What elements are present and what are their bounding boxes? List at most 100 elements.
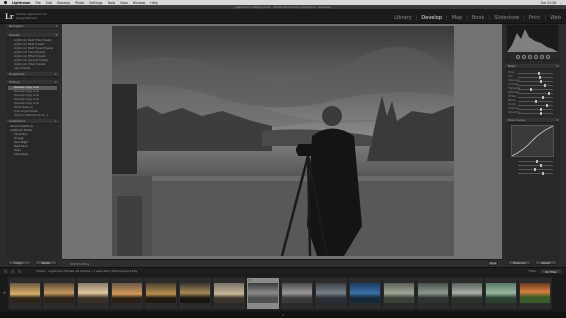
filmstrip-thumb[interactable]	[484, 276, 518, 310]
copy-button[interactable]: Copy...	[8, 260, 31, 265]
brush-icon[interactable]	[545, 54, 550, 59]
right-panel: Basic ▾ Temp Tint Exposure Contrast Highl…	[505, 24, 560, 259]
slider-knob[interactable]	[540, 112, 542, 115]
preset-folder[interactable]: User Presets	[8, 67, 57, 71]
slider-curve[interactable]	[508, 171, 557, 175]
histogram[interactable]	[507, 25, 558, 52]
previous-button[interactable]: Previous	[508, 260, 531, 265]
module-map[interactable]: Map	[452, 15, 463, 21]
slider-saturation[interactable]: Saturation	[508, 111, 557, 115]
collections-header[interactable]: Collections +	[6, 119, 59, 124]
slider-track	[518, 165, 553, 166]
filmstrip-thumb[interactable]	[416, 276, 450, 310]
identity-plate: Lr Adobe Lightroom CC Serge Ramelli Libr…	[0, 9, 566, 24]
tool-strip	[505, 53, 560, 61]
filmstrip-collapse-bar[interactable]: ▾	[0, 312, 566, 318]
module-separator: |	[466, 15, 468, 21]
thumb-image	[10, 283, 40, 303]
collapse-icon[interactable]: ▾	[55, 33, 57, 38]
collapse-icon[interactable]: ▾	[556, 64, 558, 69]
menu-settings[interactable]: Settings	[89, 1, 102, 5]
menu-photo[interactable]: Photo	[75, 1, 84, 5]
red-eye-icon[interactable]	[527, 54, 532, 59]
menu-window[interactable]: Window	[133, 1, 146, 5]
add-icon[interactable]: +	[54, 72, 57, 77]
history-header[interactable]: History ×	[6, 80, 59, 85]
menu-file[interactable]: File	[35, 1, 40, 5]
filmstrip-thumb[interactable]	[348, 276, 382, 310]
filmstrip-scroll-left-icon[interactable]: ◂	[0, 274, 8, 312]
left-panel: Navigator ▾ Presets ▾ Lightroom B&W Filter…	[6, 24, 59, 259]
identity-text: Adobe Lightroom CC Serge Ramelli	[16, 12, 47, 20]
navigator-header[interactable]: Navigator ▾	[6, 24, 59, 29]
filmstrip-thumb[interactable]	[144, 276, 178, 310]
thumb-image	[112, 283, 142, 303]
thumb-image	[350, 283, 380, 303]
collapse-icon[interactable]: ▾	[55, 24, 57, 29]
filmstrip-thumb[interactable]	[212, 276, 246, 310]
curve-sliders	[505, 159, 560, 175]
filmstrip-thumb[interactable]	[110, 276, 144, 310]
reset-button[interactable]: Reset	[534, 260, 557, 265]
slider-track	[518, 97, 553, 98]
add-icon[interactable]: +	[54, 119, 57, 124]
module-picker: Library | Develop | Map | Book | Slidesh…	[394, 15, 561, 21]
menu-help[interactable]: Help	[150, 1, 157, 5]
done-button[interactable]: Done	[488, 261, 498, 266]
presets-header[interactable]: Presets ▾	[6, 33, 59, 38]
filmstrip-thumb[interactable]	[382, 276, 416, 310]
tone-curve-graph[interactable]	[511, 125, 554, 157]
history-item[interactable]: Import (10/25/16 10:14...)	[8, 114, 57, 118]
thumb-image	[486, 283, 516, 303]
module-develop[interactable]: Develop	[421, 15, 442, 21]
filmstrip-thumb[interactable]	[450, 276, 484, 310]
filmstrip-thumb[interactable]	[178, 276, 212, 310]
filmstrip-toolbar: Folder : Lightroom Mobile 10 photos / 1 …	[0, 267, 566, 274]
search-icon[interactable]: ⌕	[560, 1, 562, 5]
snapshots-header[interactable]: Snapshots +	[6, 72, 59, 77]
menu-edit[interactable]: Edit	[46, 1, 52, 5]
filmstrip-thumb[interactable]	[42, 276, 76, 310]
filmstrip-thumb[interactable]	[8, 276, 42, 310]
filmstrip-thumb[interactable]	[314, 276, 348, 310]
crop-tool-icon[interactable]	[515, 54, 520, 59]
slider-knob[interactable]	[542, 172, 544, 175]
menu-view[interactable]: View	[120, 1, 128, 5]
thumb-image	[316, 283, 346, 303]
radial-filter-icon[interactable]	[539, 54, 544, 59]
thumb-image	[146, 283, 176, 303]
module-book[interactable]: Book	[472, 15, 484, 21]
thumb-image	[282, 283, 312, 303]
thumb-image	[384, 283, 414, 303]
filmstrip-thumb[interactable]	[518, 276, 552, 310]
clear-icon[interactable]: ×	[54, 80, 57, 85]
filmstrip: ◂ 8	[0, 274, 566, 312]
filmstrip-thumb[interactable]	[280, 276, 314, 310]
collapse-icon[interactable]: ▾	[556, 118, 558, 123]
menubar-app-name[interactable]: Lightroom	[12, 1, 30, 5]
menu-develop[interactable]: Develop	[57, 1, 70, 5]
filmstrip-thumb[interactable]	[76, 276, 110, 310]
filmstrip-thumb-selected[interactable]: 8	[246, 276, 280, 310]
tone-curve-header[interactable]: Tone Curve ▾	[505, 118, 560, 123]
menubar-status: Tue 21:26 ⌕	[541, 1, 562, 5]
navigator-label: Navigator	[9, 24, 24, 28]
identity-line2: Serge Ramelli	[16, 15, 37, 20]
spot-removal-icon[interactable]	[521, 54, 526, 59]
module-web[interactable]: Web	[550, 15, 561, 21]
paste-button[interactable]: Paste	[34, 260, 57, 265]
main-photo[interactable]	[112, 26, 454, 256]
apple-icon[interactable]	[4, 1, 7, 4]
module-slideshow[interactable]: Slideshow	[494, 15, 519, 21]
basic-header[interactable]: Basic ▾	[505, 64, 560, 69]
histogram-graph	[507, 29, 558, 52]
collection-item[interactable]: Cityscapes	[8, 153, 57, 157]
graduated-filter-icon[interactable]	[533, 54, 538, 59]
presets-label: Presets	[9, 33, 20, 37]
module-library[interactable]: Library	[394, 15, 411, 21]
basic-sliders: Temp Tint Exposure Contrast Highlights S…	[505, 71, 560, 115]
menu-tools[interactable]: Tools	[107, 1, 115, 5]
history-list: Develop Copy Look Develop Copy Look Deve…	[6, 85, 59, 119]
module-print[interactable]: Print	[529, 15, 541, 21]
clock: Tue 21:26	[540, 0, 557, 5]
